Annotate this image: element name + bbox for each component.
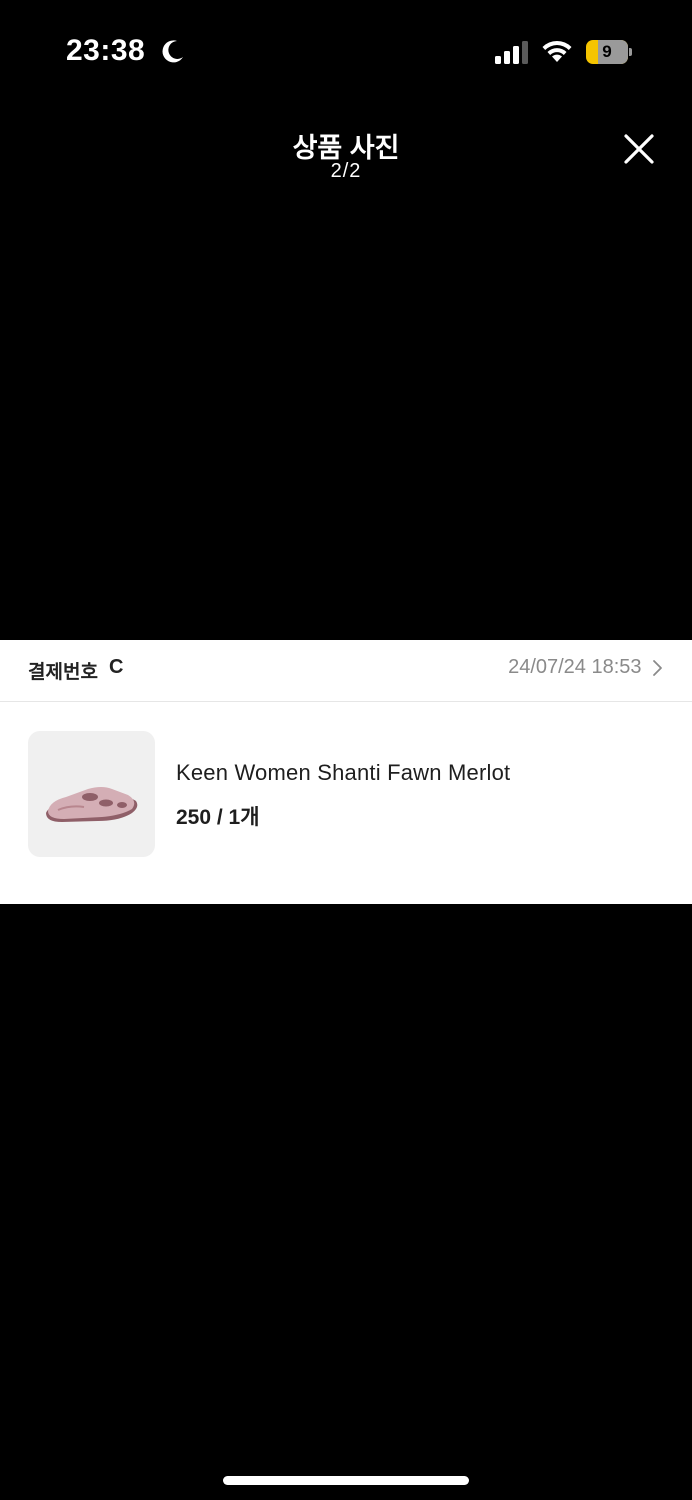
order-detail-link[interactable]: 24/07/24 18:53 <box>508 656 664 682</box>
order-date: 24/07/24 18:53 <box>508 656 642 678</box>
status-bar: 23:38 9 <box>0 0 692 100</box>
battery-level: 9 <box>602 42 612 61</box>
photo-counter: 2/2 <box>330 160 362 182</box>
sandal-image <box>46 787 138 822</box>
payment-number-label: 결제번호 <box>28 662 98 683</box>
product-thumbnail <box>28 731 155 857</box>
status-time: 23:38 <box>66 34 146 67</box>
payment-number-value: C <box>109 656 124 678</box>
home-indicator[interactable] <box>223 1476 469 1485</box>
moon-icon <box>162 40 183 63</box>
wifi-icon <box>542 40 572 62</box>
order-card: 결제번호 C 24/07/24 18:53 Keen Women Shanti … <box>0 640 692 904</box>
chevron-right-icon <box>653 659 662 676</box>
product-name: Keen Women Shanti Fawn Merlot <box>176 760 511 785</box>
battery-icon: 9 <box>586 40 632 64</box>
product-item[interactable]: Keen Women Shanti Fawn Merlot 250 / 1개 <box>0 702 692 904</box>
product-option: 250 / 1개 <box>176 806 260 829</box>
close-icon[interactable] <box>618 128 660 170</box>
order-header: 결제번호 C 24/07/24 18:53 <box>0 640 692 702</box>
cellular-signal-icon <box>495 41 528 64</box>
